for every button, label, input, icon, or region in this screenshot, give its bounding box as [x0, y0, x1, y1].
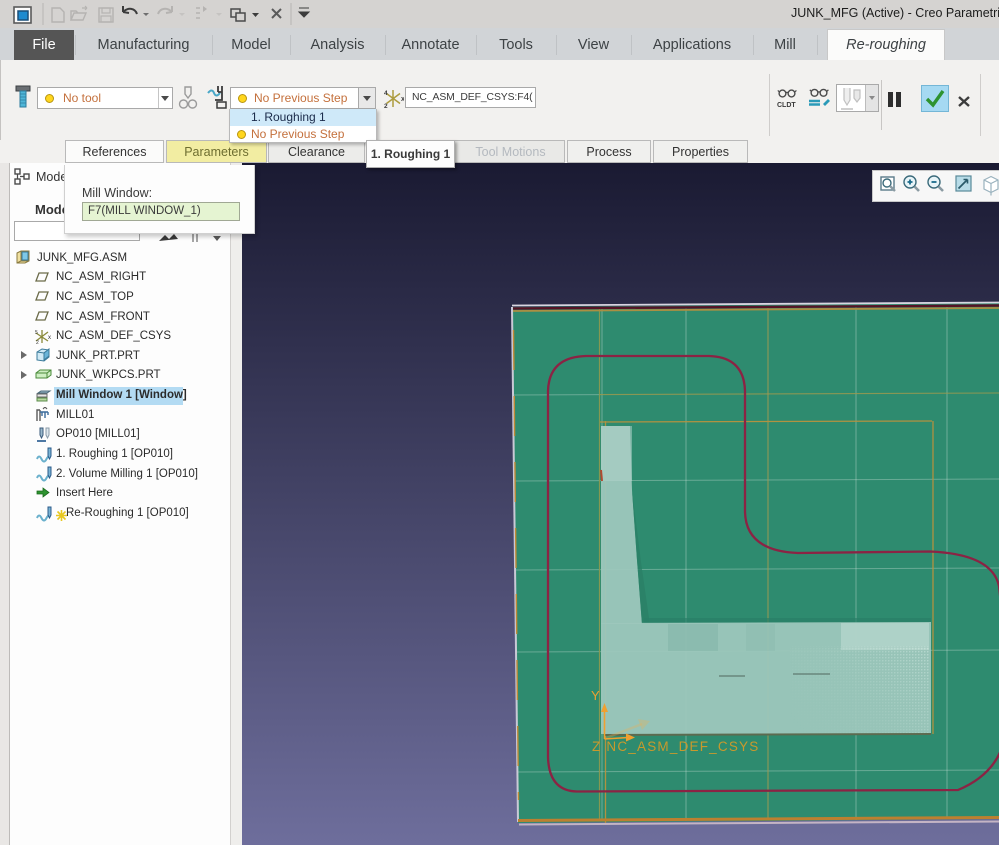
svg-text:x: x [401, 96, 404, 103]
svg-text:2: 2 [384, 103, 388, 109]
svg-text:2: 2 [36, 340, 39, 344]
svg-text:Y: Y [591, 688, 600, 703]
svg-text:CLDT: CLDT [777, 102, 796, 109]
svg-text:x: x [48, 335, 51, 341]
svg-text:Z NC_ASM_DEF_CSYS: Z NC_ASM_DEF_CSYS [592, 739, 759, 754]
svg-text:4: 4 [384, 90, 388, 97]
svg-text:5: 5 [35, 330, 38, 336]
